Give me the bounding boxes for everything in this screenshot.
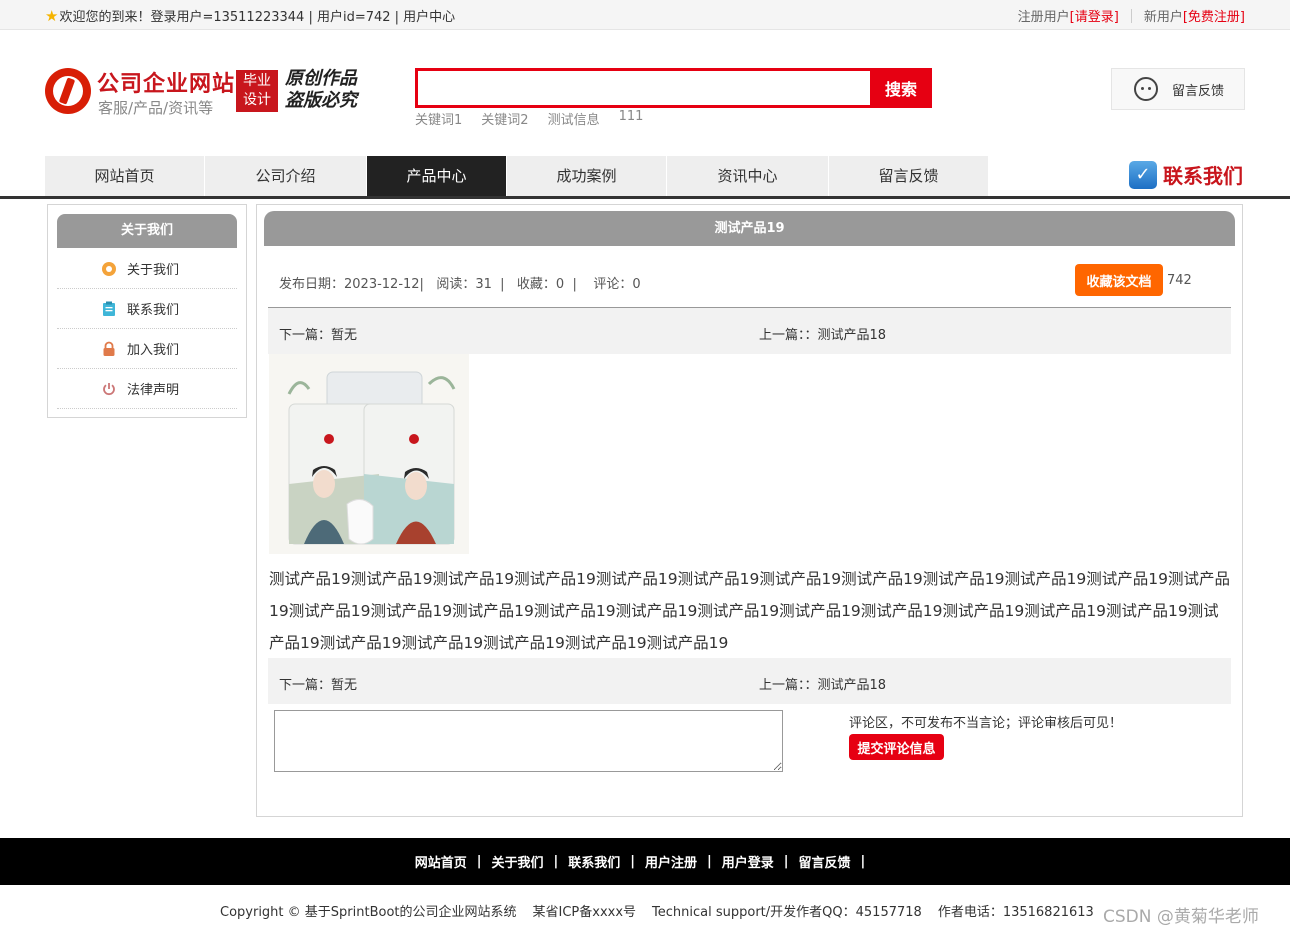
feedback-button[interactable]: 留言反馈 xyxy=(1111,68,1245,110)
nav-underline xyxy=(0,196,1290,199)
search-button[interactable]: 搜索 xyxy=(870,68,932,108)
welcome-message: ★ 欢迎您的到来！登录用户=13511223344 | 用户id=742 | 用… xyxy=(45,6,456,26)
footer-link-login[interactable]: 用户登录 xyxy=(722,852,774,871)
circle-icon xyxy=(102,261,116,276)
nav-item-news[interactable]: 资讯中心 xyxy=(667,156,829,196)
icp-number: 某省ICP备xxxx号 xyxy=(532,905,637,920)
favorite-count: 742 xyxy=(1167,273,1192,288)
footer-link-home[interactable]: 网站首页 xyxy=(415,852,467,871)
welcome-text: 欢迎您的到来！登录用户=13511223344 | 用户id=742 | 用户中… xyxy=(59,10,456,25)
badge-line-1: 毕业 xyxy=(243,73,271,89)
sidebar-item-label: 加入我们 xyxy=(127,343,180,358)
sidebar-item-about[interactable]: 关于我们 xyxy=(57,249,237,289)
login-link[interactable]: [请登录] xyxy=(1070,6,1119,25)
footer-link-register[interactable]: 用户注册 xyxy=(645,852,697,871)
comment-notice: 评论区，不可发布不当言论；评论审核后可见！ xyxy=(849,716,1123,731)
divider: | xyxy=(707,854,712,869)
account-links: 注册用户 [请登录] 新用户 [免费注册] xyxy=(1018,6,1245,25)
top-bar: ★ 欢迎您的到来！登录用户=13511223344 | 用户id=742 | 用… xyxy=(0,0,1290,30)
divider: | xyxy=(783,854,789,869)
prev-next-nav-bottom: 下一篇：暂无 上一篇：：测试产品18 xyxy=(268,658,1231,704)
feedback-label: 留言反馈 xyxy=(1172,83,1225,99)
footer-link-feedback[interactable]: 留言反馈 xyxy=(799,852,851,871)
logo-slogan: 原创作品 盗版必究 xyxy=(285,68,357,112)
search-input[interactable] xyxy=(415,68,870,108)
copyright-text: Copyright © 基于SprintBoot的公司企业网站系统 xyxy=(220,905,517,920)
hot-keywords: 关键词1 关键词2 测试信息 111 xyxy=(415,109,643,128)
nav-item-home[interactable]: 网站首页 xyxy=(45,156,205,196)
prev-article-link[interactable]: 上一篇：：测试产品18 xyxy=(759,674,886,693)
lock-icon xyxy=(103,341,115,356)
badge-line-2: 设计 xyxy=(243,92,271,108)
search-bar: 搜索 xyxy=(415,68,932,108)
support-contact: Technical support/开发作者QQ：45157718 xyxy=(652,905,922,920)
comment-input[interactable] xyxy=(274,710,783,772)
contact-us-label: 联系我们 xyxy=(1163,164,1243,188)
nav-item-about[interactable]: 公司介绍 xyxy=(205,156,367,196)
keyword-link[interactable]: 关键词1 xyxy=(415,109,462,128)
divider: | xyxy=(630,854,635,869)
star-icon: ★ xyxy=(45,6,59,25)
footer-link-about[interactable]: 关于我们 xyxy=(491,852,543,871)
favorite-button[interactable]: 收藏该文档 xyxy=(1075,264,1163,296)
author-phone: 作者电话：13516821613 xyxy=(937,905,1094,920)
signup-link[interactable]: [免费注册] xyxy=(1183,6,1245,25)
sidebar: 关于我们 关于我们 联系我们 加入我们 法律声明 xyxy=(47,204,247,418)
register-label: 注册用户 xyxy=(1017,10,1070,25)
watermark: CSDN @黄菊华老师 xyxy=(1103,907,1259,927)
next-article-link[interactable]: 下一篇：暂无 xyxy=(279,674,357,693)
divider: | xyxy=(860,854,866,869)
logo-title: 公司企业网站 xyxy=(97,72,236,97)
footer-link-contact[interactable]: 联系我们 xyxy=(568,852,620,871)
prev-next-nav: 下一篇：暂无 上一篇：：测试产品18 xyxy=(268,308,1231,354)
next-article-link[interactable]: 下一篇：暂无 xyxy=(279,324,357,343)
divider: | xyxy=(476,854,482,869)
divider xyxy=(1130,8,1132,23)
sidebar-item-contact[interactable]: 联系我们 xyxy=(57,289,237,329)
logo-subtitle: 客服/产品/资讯等 xyxy=(98,99,214,117)
sidebar-item-label: 法律声明 xyxy=(127,383,180,398)
product-image xyxy=(269,354,469,554)
contact-us-banner[interactable]: ✓ 联系我们 xyxy=(1129,160,1243,189)
power-icon xyxy=(103,382,115,395)
nav-item-feedback[interactable]: 留言反馈 xyxy=(829,156,989,196)
keyword-link[interactable]: 测试信息 xyxy=(548,109,600,128)
logo-badge: 毕业 设计 xyxy=(236,70,278,112)
article-content: 测试产品19测试产品19测试产品19测试产品19测试产品19测试产品19测试产品… xyxy=(269,570,1230,652)
clipboard-icon xyxy=(103,301,115,316)
submit-comment-button[interactable]: 提交评论信息 xyxy=(849,734,944,760)
keyword-link[interactable]: 关键词2 xyxy=(481,109,528,128)
divider: | xyxy=(553,854,559,869)
main-nav: 网站首页 公司介绍 产品中心 成功案例 资讯中心 留言反馈 xyxy=(45,156,989,196)
slogan-line-2: 盗版必究 xyxy=(285,90,357,111)
customer-service-icon xyxy=(1134,77,1158,101)
product-photo xyxy=(269,354,469,554)
site-logo[interactable]: 公司企业网站 客服/产品/资讯等 毕业 设计 原创作品 盗版必究 xyxy=(45,66,365,117)
sidebar-item-label: 关于我们 xyxy=(127,263,180,278)
nav-item-products[interactable]: 产品中心 xyxy=(367,156,507,196)
sidebar-title: 关于我们 xyxy=(57,214,237,248)
keyword-link[interactable]: 111 xyxy=(619,109,644,128)
logo-mark-icon xyxy=(45,68,91,114)
sidebar-item-legal[interactable]: 法律声明 xyxy=(57,369,237,409)
article-meta: 发布日期：2023-12-12| 阅读：31 | 收藏：0 | 评论：0 xyxy=(279,277,641,292)
copyright-bar: Copyright © 基于SprintBoot的公司企业网站系统 某省ICP备… xyxy=(220,901,1094,920)
nav-item-cases[interactable]: 成功案例 xyxy=(507,156,667,196)
checkmark-icon: ✓ xyxy=(1129,160,1157,189)
sidebar-item-label: 联系我们 xyxy=(127,303,180,318)
footer-nav: 网站首页 | 关于我们 | 联系我们 | 用户注册 | 用户登录 | 留言反馈 | xyxy=(0,838,1290,885)
prev-article-link[interactable]: 上一篇：：测试产品18 xyxy=(759,324,886,343)
article-title: 测试产品19 xyxy=(264,211,1235,246)
slogan-line-1: 原创作品 xyxy=(285,68,357,89)
sidebar-item-join[interactable]: 加入我们 xyxy=(57,329,237,369)
new-user-label: 新用户 xyxy=(1143,10,1183,25)
article-panel: 测试产品19 发布日期：2023-12-12| 阅读：31 | 收藏：0 | 评… xyxy=(256,204,1243,817)
